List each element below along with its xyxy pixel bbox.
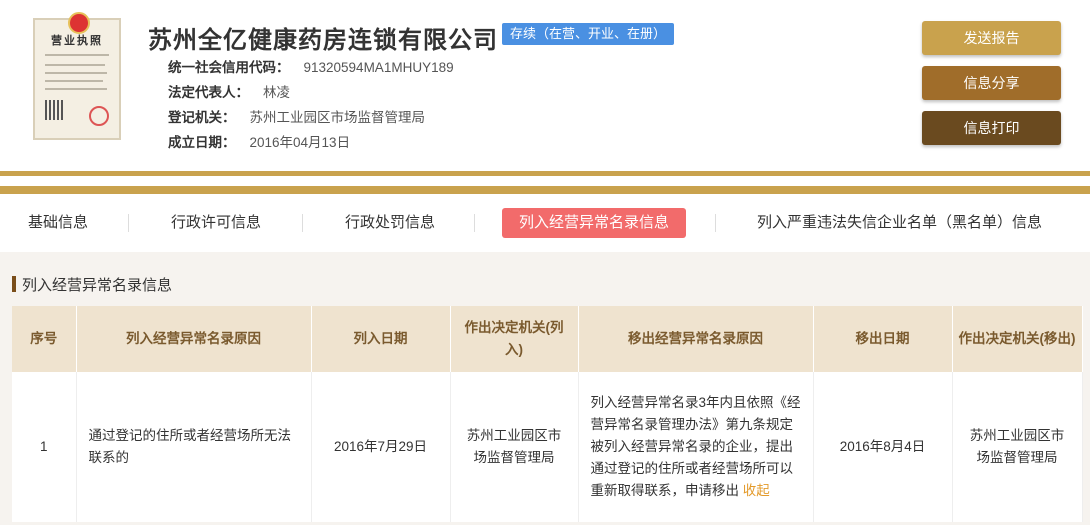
column-header: 序号 bbox=[12, 306, 77, 372]
column-header: 作出决定机关(移出) bbox=[952, 306, 1083, 372]
tab-basic-info[interactable]: 基础信息 bbox=[28, 208, 88, 238]
print-info-button[interactable]: 信息打印 bbox=[922, 111, 1061, 145]
cell-authority-out: 苏州工业园区市场监督管理局 bbox=[952, 372, 1083, 522]
cell-authority-in: 苏州工业园区市场监督管理局 bbox=[450, 372, 579, 522]
cell-reason-out: 列入经营异常名录3年内且依照《经营异常名录管理办法》第九条规定被列入经营异常名录… bbox=[578, 372, 814, 522]
info-label: 登记机关： bbox=[168, 110, 236, 125]
status-badge: 存续（在营、开业、在册） bbox=[502, 23, 675, 45]
license-line bbox=[45, 54, 109, 56]
section-marker bbox=[12, 276, 16, 292]
content-panel: 列入经营异常名录信息 序号 列入经营异常名录原因 列入日期 作出决定机关(列入)… bbox=[0, 252, 1090, 525]
info-established-date: 成立日期： 2016年04月13日 bbox=[168, 131, 350, 151]
table-header-row: 序号 列入经营异常名录原因 列入日期 作出决定机关(列入) 移出经营异常名录原因… bbox=[12, 306, 1083, 372]
info-legal-rep: 法定代表人： 林凌 bbox=[168, 81, 290, 101]
info-value: 林凌 bbox=[263, 85, 290, 100]
qr-code-icon bbox=[45, 100, 65, 120]
divider bbox=[0, 186, 1090, 194]
license-line bbox=[45, 72, 107, 74]
column-header: 列入日期 bbox=[311, 306, 451, 372]
tab-admin-license[interactable]: 行政许可信息 bbox=[171, 208, 261, 238]
collapse-link[interactable]: 收起 bbox=[743, 483, 770, 498]
tab-blacklist[interactable]: 列入严重违法失信企业名单（黑名单）信息 bbox=[757, 208, 1042, 238]
info-label: 成立日期： bbox=[168, 135, 236, 150]
info-value: 苏州工业园区市场监督管理局 bbox=[249, 110, 426, 125]
tab-separator bbox=[474, 214, 475, 232]
table-row: 1 通过登记的住所或者经营场所无法联系的 2016年7月29日 苏州工业园区市场… bbox=[12, 372, 1083, 522]
cell-number: 1 bbox=[12, 372, 77, 522]
divider bbox=[0, 171, 1090, 176]
license-line bbox=[45, 64, 105, 66]
license-line bbox=[45, 80, 103, 82]
cell-reason-in: 通过登记的住所或者经营场所无法联系的 bbox=[76, 372, 312, 522]
column-header: 列入经营异常名录原因 bbox=[76, 306, 312, 372]
tab-separator bbox=[302, 214, 303, 232]
tab-abnormal-list[interactable]: 列入经营异常名录信息 bbox=[502, 208, 687, 238]
seal-icon bbox=[89, 106, 109, 126]
column-header: 作出决定机关(列入) bbox=[450, 306, 579, 372]
info-registration-authority: 登记机关： 苏州工业园区市场监督管理局 bbox=[168, 106, 425, 126]
tab-bar: 基础信息 行政许可信息 行政处罚信息 列入经营异常名录信息 列入严重违法失信企业… bbox=[0, 194, 1090, 252]
info-value: 2016年04月13日 bbox=[249, 135, 351, 150]
send-report-button[interactable]: 发送报告 bbox=[922, 21, 1061, 55]
column-header: 移出经营异常名录原因 bbox=[578, 306, 814, 372]
section-title: 列入经营异常名录信息 bbox=[22, 277, 173, 294]
company-name: 苏州全亿健康药房连锁有限公司 bbox=[148, 27, 498, 54]
business-license-image[interactable]: 营业执照 bbox=[33, 12, 121, 140]
tab-admin-penalty[interactable]: 行政处罚信息 bbox=[345, 208, 435, 238]
national-emblem-icon bbox=[68, 12, 90, 34]
info-label: 法定代表人： bbox=[168, 85, 249, 100]
tab-separator bbox=[128, 214, 129, 232]
cell-date-in: 2016年7月29日 bbox=[311, 372, 451, 522]
cell-date-out: 2016年8月4日 bbox=[813, 372, 953, 522]
license-line bbox=[45, 88, 107, 90]
info-value: 91320594MA1MHUY189 bbox=[303, 60, 454, 75]
company-header: 营业执照 苏州全亿健康药房连锁有限公司 存续（在营、开业、在册） 统一社会信用代… bbox=[0, 0, 1090, 170]
column-header: 移出日期 bbox=[813, 306, 953, 372]
info-label: 统一社会信用代码： bbox=[168, 60, 290, 75]
share-info-button[interactable]: 信息分享 bbox=[922, 66, 1061, 100]
license-title: 营业执照 bbox=[51, 35, 103, 47]
abnormal-list-table: 序号 列入经营异常名录原因 列入日期 作出决定机关(列入) 移出经营异常名录原因… bbox=[12, 306, 1083, 522]
info-credit-code: 统一社会信用代码： 91320594MA1MHUY189 bbox=[168, 56, 454, 76]
tab-separator bbox=[715, 214, 716, 232]
